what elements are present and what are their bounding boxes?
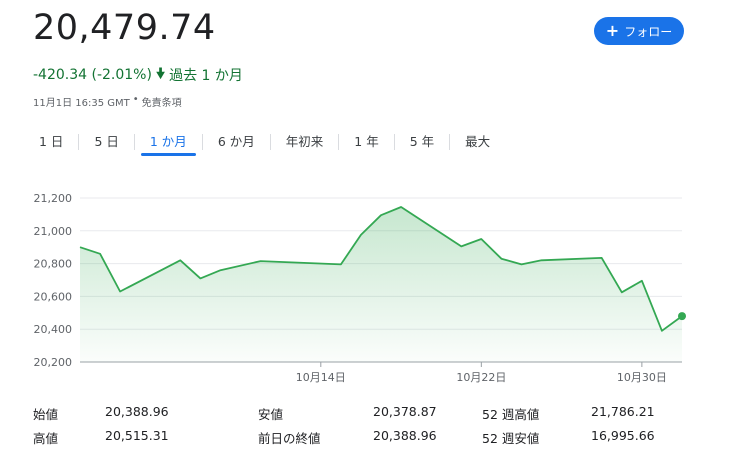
stat-label: 52 週安値 xyxy=(482,431,540,446)
stat-value: 20,378.87 xyxy=(373,404,437,419)
y-tick-label: 20,200 xyxy=(34,356,73,369)
stat-label: 高値 xyxy=(33,431,59,446)
price-area-fill xyxy=(80,207,682,362)
stat-value: 20,515.31 xyxy=(105,428,169,443)
stat-label: 安値 xyxy=(258,407,284,422)
range-tab[interactable]: 年初来 xyxy=(277,132,333,152)
price-change: -420.34 (-2.01%) 🠟 過去 1 か月 xyxy=(33,63,243,87)
range-separator xyxy=(78,134,80,150)
y-tick-label: 20,400 xyxy=(34,323,73,336)
change-period: 過去 1 か月 xyxy=(169,68,243,84)
stat-item: 安値 20,378.87 xyxy=(258,404,437,423)
stat-value: 20,388.96 xyxy=(373,428,437,443)
plus-icon: + xyxy=(605,21,620,40)
quote-meta: 11月1日 16:35 GMT • 免責条項 xyxy=(33,94,182,109)
range-separator xyxy=(201,134,203,150)
stat-label: 前日の終値 xyxy=(258,431,321,446)
range-separator xyxy=(449,134,451,150)
last-price-dot xyxy=(678,312,686,321)
follow-button[interactable]: + フォロー xyxy=(594,17,684,45)
stat-value: 21,786.21 xyxy=(591,404,655,419)
change-value: -420.34 (-2.01%) xyxy=(33,67,152,83)
y-tick-label: 21,000 xyxy=(34,225,73,238)
range-tab[interactable]: 6 か月 xyxy=(209,132,264,152)
y-tick-label: 20,600 xyxy=(34,290,73,303)
stat-item: 52 週安値 16,995.66 xyxy=(482,428,655,447)
range-separator xyxy=(133,134,135,150)
range-tab[interactable]: 1 日 xyxy=(30,132,72,152)
stat-item: 始値 20,388.96 xyxy=(33,404,169,423)
range-separator xyxy=(338,134,340,150)
stat-item: 高値 20,515.31 xyxy=(33,428,169,447)
x-tick-label: 10月30日 xyxy=(617,371,667,384)
stat-value: 20,388.96 xyxy=(105,404,169,419)
range-tab[interactable]: 最大 xyxy=(456,132,499,152)
stat-value: 16,995.66 xyxy=(591,428,655,443)
arrow-down-icon: 🠟 xyxy=(155,66,166,82)
range-selector: 1 日 5 日 1 か月 6 か月 年初来 1 年 5 年最大 xyxy=(30,132,499,156)
range-separator xyxy=(393,134,395,150)
current-price: 20,479.74 xyxy=(33,8,216,48)
price-chart[interactable]: 20,200 20,400 20,600 20,800 21,000 21,200 10月1… xyxy=(0,180,735,390)
y-tick-label: 21,200 xyxy=(34,192,73,205)
stat-item: 52 週高値 21,786.21 xyxy=(482,404,655,423)
stat-label: 52 週高値 xyxy=(482,407,540,422)
range-tab[interactable]: 1 年 xyxy=(345,132,387,152)
follow-label: フォロー xyxy=(624,24,673,39)
quote-timestamp: 11月1日 16:35 GMT xyxy=(33,98,130,109)
x-tick-label: 10月14日 xyxy=(296,371,346,384)
stat-item: 前日の終値 20,388.96 xyxy=(258,428,437,447)
stat-label: 始値 xyxy=(33,407,59,422)
meta-separator: • xyxy=(132,94,139,105)
disclaimer-link[interactable]: 免責条項 xyxy=(142,94,182,109)
range-tab[interactable]: 1 か月 xyxy=(140,132,196,156)
range-tab[interactable]: 5 日 xyxy=(85,132,127,152)
range-tab[interactable]: 5 年 xyxy=(401,132,443,152)
x-tick-label: 10月22日 xyxy=(456,371,506,384)
range-separator xyxy=(269,134,271,150)
y-tick-label: 20,800 xyxy=(34,258,73,271)
